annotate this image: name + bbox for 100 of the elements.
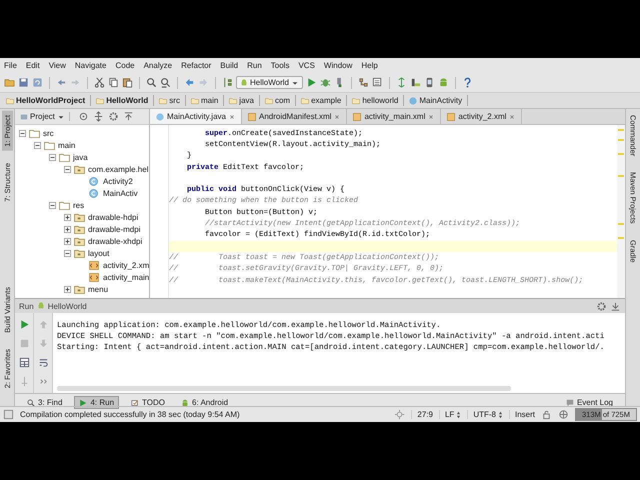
tree-item[interactable]: java — [73, 152, 88, 162]
replace-icon[interactable] — [160, 77, 171, 88]
top-level-command[interactable]: Navigate — [74, 61, 106, 70]
breadcrumb-item[interactable]: java — [226, 95, 260, 106]
up-down-arrows-icon — [456, 410, 462, 418]
close-icon[interactable] — [228, 114, 235, 120]
expand-toggle-icon[interactable] — [64, 238, 71, 244]
tree-item[interactable]: com.example.hell — [88, 164, 149, 174]
tree-item[interactable]: activity_2.xm — [103, 260, 149, 270]
top-level-command[interactable]: Code — [115, 61, 135, 70]
tool-window-button[interactable]: TODO — [127, 397, 170, 408]
tree-item[interactable]: layout — [88, 248, 110, 258]
tree-item[interactable]: main — [58, 140, 76, 150]
class-icon — [156, 112, 164, 120]
folder-icon[interactable] — [4, 77, 15, 88]
tree-item[interactable]: menu — [88, 284, 108, 294]
speech-bubble-icon — [566, 398, 574, 406]
expand-toggle-icon[interactable] — [49, 154, 56, 160]
folder-icon — [29, 128, 40, 138]
bug-icon[interactable] — [320, 77, 331, 88]
breadcrumb-item[interactable]: MainActivity — [406, 95, 468, 106]
tree-item[interactable]: Activity2 — [103, 176, 133, 186]
back-arrow-icon[interactable] — [184, 77, 195, 88]
lock-icon[interactable] — [541, 409, 552, 420]
gear-icon[interactable] — [108, 111, 119, 122]
editor-tab[interactable]: activity_2.xml — [441, 109, 522, 124]
line-separator-selector[interactable]: LF — [438, 410, 462, 419]
breadcrumb-item[interactable]: helloworld — [349, 95, 404, 106]
close-icon[interactable] — [509, 114, 516, 120]
status-message: Compilation completed successfully in 38 sec (today 9:54 AM) — [20, 410, 240, 419]
top-level-command[interactable]: Analyze — [144, 61, 172, 70]
insert-mode-indicator[interactable]: Insert — [508, 410, 535, 419]
run-icon[interactable] — [18, 319, 30, 330]
expand-toggle-icon[interactable] — [19, 130, 26, 136]
breadcrumb-item[interactable]: main — [188, 95, 224, 106]
run-icon[interactable] — [306, 77, 317, 88]
tree-item[interactable]: src — [43, 128, 54, 138]
undo-icon[interactable] — [56, 77, 67, 88]
editor-tab[interactable]: AndroidManifest.xml — [242, 109, 348, 124]
tree-item[interactable]: drawable-mdpi — [88, 224, 140, 234]
expand-toggle-icon[interactable] — [64, 250, 71, 256]
structure-icon[interactable] — [358, 77, 369, 88]
cut-icon[interactable] — [94, 77, 105, 88]
tree-item[interactable]: res — [73, 200, 84, 210]
package-folder-icon — [74, 236, 85, 246]
checklist-icon — [131, 398, 140, 406]
tree-item[interactable]: drawable-xhdpi — [88, 236, 142, 246]
xml-file-icon — [89, 272, 100, 282]
android-icon — [181, 398, 190, 406]
tree-item[interactable]: MainActiv — [103, 188, 138, 198]
editor-tab[interactable]: activity_main.xml — [347, 109, 442, 124]
gear-icon[interactable] — [596, 300, 607, 312]
paste-icon[interactable] — [122, 77, 133, 88]
android-icon[interactable] — [438, 77, 449, 88]
tool-window-button[interactable]: 6: Android — [177, 397, 232, 408]
breadcrumb-item[interactable]: src — [156, 95, 186, 106]
top-level-command[interactable]: Tools — [270, 61, 290, 70]
folder-icon — [59, 152, 70, 162]
expand-toggle-icon[interactable] — [64, 226, 71, 232]
tree-item[interactable]: activity_main — [103, 272, 149, 282]
project-view-dropdown[interactable]: Project — [19, 112, 70, 121]
class-icon — [409, 96, 418, 104]
tool-window-button[interactable]: 3: Find — [23, 397, 66, 408]
top-level-command[interactable]: View — [48, 61, 66, 70]
run-configuration-dropdown[interactable]: HelloWorld — [236, 76, 303, 89]
help-icon[interactable] — [462, 77, 473, 88]
soft-wrap-icon[interactable] — [38, 357, 48, 368]
top-level-command[interactable]: VCS — [298, 61, 315, 70]
xml-file-icon — [447, 112, 456, 120]
expand-toggle-icon[interactable] — [34, 142, 41, 148]
top-level-command[interactable]: Help — [361, 61, 378, 70]
top-level-command[interactable]: Refactor — [181, 61, 212, 70]
breadcrumb-item[interactable]: com — [262, 95, 296, 106]
encoding-selector[interactable]: UTF-8 — [467, 410, 503, 419]
top-level-command[interactable]: Edit — [26, 61, 40, 70]
top-level-command[interactable]: Run — [247, 61, 262, 70]
package-folder-icon — [74, 284, 85, 294]
folder-icon — [159, 96, 168, 104]
expand-toggle-icon[interactable] — [49, 202, 56, 208]
caret-position[interactable]: 27:9 — [411, 410, 433, 419]
expand-toggle-icon[interactable] — [64, 286, 71, 292]
top-level-command[interactable]: Window — [324, 61, 352, 70]
search-icon[interactable] — [146, 77, 157, 88]
expand-toggle-icon[interactable] — [64, 214, 71, 220]
top-level-command[interactable]: Build — [220, 61, 238, 70]
tree-item[interactable]: drawable-hdpi — [88, 212, 138, 222]
expand-toggle-icon[interactable] — [64, 166, 71, 172]
close-icon[interactable] — [428, 114, 434, 120]
tool-window-button[interactable]: 4: Run — [74, 396, 120, 409]
target-icon[interactable] — [78, 111, 89, 122]
search-icon — [27, 398, 35, 406]
save-icon[interactable] — [18, 77, 29, 88]
breadcrumb-item[interactable]: HelloWorldProject — [3, 95, 92, 106]
breadcrumb-item[interactable]: example — [298, 95, 348, 106]
copy-icon[interactable] — [108, 77, 119, 88]
close-icon[interactable] — [334, 114, 340, 120]
editor-tab[interactable]: MainActivity.java — [150, 109, 242, 124]
breadcrumb-item[interactable]: HelloWorld — [93, 95, 154, 106]
folder-icon — [96, 96, 104, 104]
top-level-command[interactable]: File — [4, 61, 17, 70]
